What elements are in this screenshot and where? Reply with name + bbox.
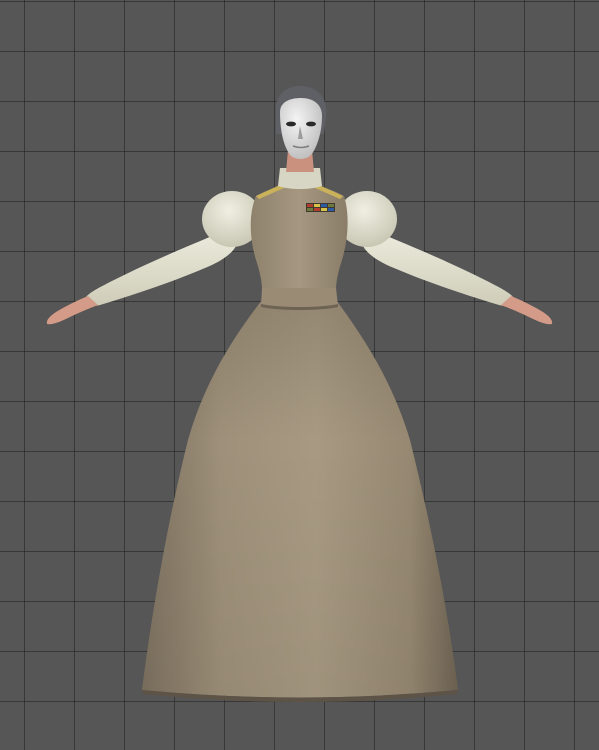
mask-eye-left: [286, 121, 296, 127]
3d-viewport[interactable]: [0, 0, 599, 750]
left-sleeve: [86, 232, 236, 306]
skirt-shading: [142, 300, 458, 698]
right-sleeve: [363, 232, 513, 306]
rank-plaque: [306, 203, 335, 212]
face-mask: [280, 98, 322, 159]
right-hand: [501, 296, 553, 325]
bodice: [250, 184, 348, 290]
left-hand: [46, 296, 98, 325]
character-model[interactable]: [0, 0, 599, 750]
mask-eye-right: [306, 121, 316, 127]
